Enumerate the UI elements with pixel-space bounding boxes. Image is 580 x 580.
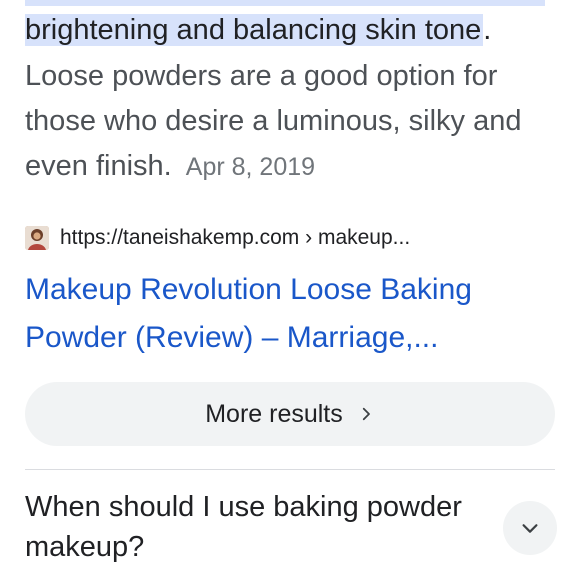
snippet-date: Apr 8, 2019	[185, 153, 316, 181]
more-results-button[interactable]: More results	[25, 382, 555, 446]
chevron-right-icon	[362, 407, 370, 421]
result-title-link[interactable]: Makeup Revolution Loose Baking Powder (R…	[25, 266, 545, 362]
snippet-highlight-line: brightening and balancing skin tone.	[25, 8, 491, 52]
snippet-highlighted-text: brightening and balancing skin tone	[25, 14, 484, 46]
snippet-highlight-period: .	[483, 14, 492, 46]
result-url: https://taneishakemp.com › makeup...	[60, 226, 411, 249]
section-divider	[25, 469, 555, 470]
result-source[interactable]: https://taneishakemp.com › makeup...	[25, 223, 410, 253]
site-favicon-icon	[25, 226, 49, 250]
chevron-down-icon	[522, 524, 538, 533]
snippet-highlight-cut-line	[25, 0, 545, 6]
snippet-body: Loose powders are a good option for thos…	[25, 54, 565, 190]
faq-question[interactable]: When should I use baking powder makeup?	[25, 487, 465, 567]
faq-expand-button[interactable]	[503, 501, 557, 555]
more-results-label: More results	[205, 399, 343, 428]
